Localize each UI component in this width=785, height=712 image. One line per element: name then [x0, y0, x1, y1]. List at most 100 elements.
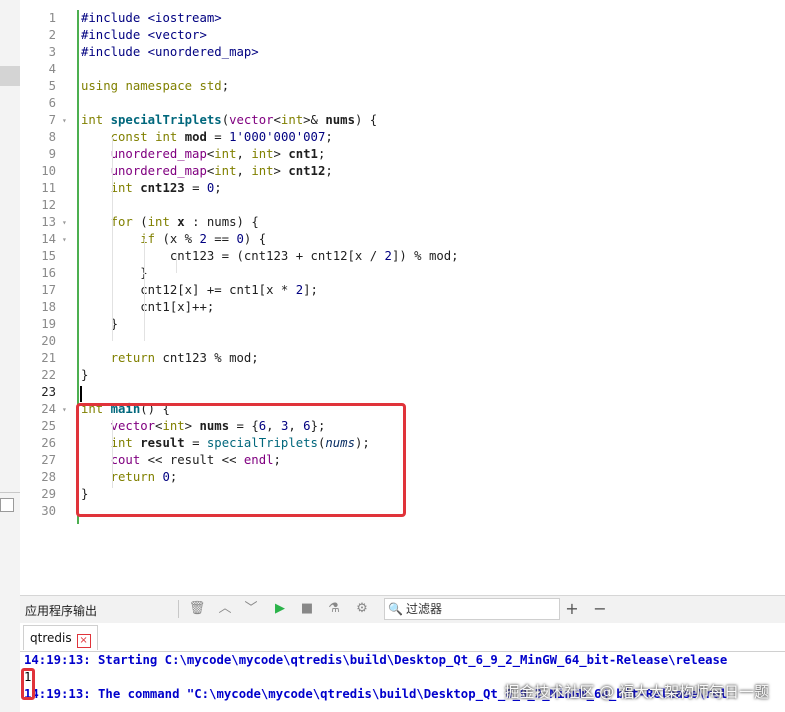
line-number: 26	[41, 436, 56, 450]
line-number: 25	[41, 419, 56, 433]
code-line[interactable]: 9 unordered_map<int, int> cnt1;	[20, 146, 785, 163]
code-line[interactable]: 18 cnt1[x]++;	[20, 299, 785, 316]
line-number: 12	[41, 198, 56, 212]
code-line[interactable]: 14 ▾ if (x % 2 == 0) {	[20, 231, 785, 248]
line-number: 24	[41, 402, 56, 416]
code-text: cnt123 = (cnt123 + cnt12[x / 2]) % mod;	[81, 249, 459, 263]
gear-icon[interactable]: ⚙	[353, 600, 371, 618]
line-number: 29	[41, 487, 56, 501]
close-icon[interactable]: ×	[76, 634, 91, 648]
line-number: 8	[48, 130, 56, 144]
line-number: 20	[41, 334, 56, 348]
line-number: 2	[48, 28, 56, 42]
line-number: 9	[48, 147, 56, 161]
line-number: 6	[48, 96, 56, 110]
line-number: 18	[41, 300, 56, 314]
line-number: 3	[48, 45, 56, 59]
output-line-starting: 14:19:13: Starting C:\mycode\mycode\qtre…	[24, 653, 728, 667]
code-line[interactable]: 23	[20, 384, 785, 401]
line-number: 30	[41, 504, 56, 518]
code-text: #include <iostream>	[81, 11, 222, 25]
code-text: #include <unordered_map>	[81, 45, 259, 59]
collapse-toggle-icon[interactable]	[0, 498, 14, 512]
code-line[interactable]: 15 cnt123 = (cnt123 + cnt12[x / 2]) % mo…	[20, 248, 785, 265]
left-sidebar-strip	[0, 0, 21, 712]
run-icon[interactable]: ▶	[271, 600, 289, 618]
line-number: 4	[48, 62, 56, 76]
line-number: 13	[41, 215, 56, 229]
filter-input[interactable]: 🔍 过滤器	[384, 598, 560, 620]
output-tab-bar: qtredis ×	[20, 623, 785, 652]
search-icon: 🔍	[388, 602, 403, 616]
code-text: const int mod = 1'000'000'007;	[110, 130, 333, 144]
application-output[interactable]: 14:19:13: Starting C:\mycode\mycode\qtre…	[20, 652, 785, 712]
code-line[interactable]: 13 ▾ for (int x : nums) {	[20, 214, 785, 231]
code-text: using namespace std;	[81, 79, 230, 93]
code-line[interactable]: 4	[20, 61, 785, 78]
code-line[interactable]: 21 return cnt123 % mod;	[20, 350, 785, 367]
up-icon[interactable]: ︿	[216, 600, 234, 618]
toolbar-separator	[178, 600, 179, 618]
code-line[interactable]: 2 #include <vector>	[20, 27, 785, 44]
code-text: #include <vector>	[81, 28, 207, 42]
code-line[interactable]: 22}	[20, 367, 785, 384]
indent-guide	[144, 239, 145, 341]
text-cursor	[80, 386, 82, 402]
line-number: 23	[41, 385, 56, 399]
line-number: 5	[48, 79, 56, 93]
fold-arrow-icon[interactable]: ▾	[62, 401, 67, 418]
line-number: 17	[41, 283, 56, 297]
code-text: int cnt123 = 0;	[110, 181, 222, 195]
code-line[interactable]: 1 #include <iostream>	[20, 10, 785, 27]
code-line[interactable]: 6	[20, 95, 785, 112]
fold-arrow-icon[interactable]: ▾	[62, 231, 67, 248]
code-line[interactable]: 12	[20, 197, 785, 214]
left-strip-divider	[0, 492, 20, 493]
code-text: }	[81, 266, 148, 280]
output-panel-toolbar: 应用程序输出 🗑 ︿ ﹀ ▶ ■ ⚗ ⚙ 🔍 过滤器 + −	[20, 595, 785, 624]
clean-icon[interactable]: ⚗	[325, 600, 343, 618]
code-text: cnt12[x] += cnt1[x * 2];	[81, 283, 318, 297]
line-number: 19	[41, 317, 56, 331]
left-strip-selected-row[interactable]	[0, 66, 20, 86]
down-icon[interactable]: ﹀	[242, 600, 260, 618]
line-number: 10	[41, 164, 56, 178]
line-number: 15	[41, 249, 56, 263]
line-number: 27	[41, 453, 56, 467]
code-text: cnt1[x]++;	[81, 300, 215, 314]
line-number: 14	[41, 232, 56, 246]
code-line[interactable]: 17 cnt12[x] += cnt1[x * 2];	[20, 282, 785, 299]
code-line[interactable]: 11 int cnt123 = 0;	[20, 180, 785, 197]
fold-arrow-icon[interactable]: ▾	[62, 214, 67, 231]
watermark: 掘金技术社区 @ 福大大架构师每日一题	[504, 683, 769, 701]
tab-label: qtredis	[30, 631, 72, 645]
stop-icon[interactable]: ■	[298, 600, 316, 618]
code-text: unordered_map<int, int> cnt1;	[110, 147, 326, 161]
line-number: 7	[48, 113, 56, 127]
code-line[interactable]: 16 }	[20, 265, 785, 282]
filter-label: 过滤器	[406, 602, 443, 616]
panel-title: 应用程序输出	[25, 604, 98, 618]
code-line[interactable]: 5 using namespace std;	[20, 78, 785, 95]
line-number: 22	[41, 368, 56, 382]
code-line[interactable]: 19 }	[20, 316, 785, 333]
annotation-highlight-box	[76, 403, 406, 517]
code-line[interactable]: 3 #include <unordered_map>	[20, 44, 785, 61]
tab-qtredis[interactable]: qtredis ×	[23, 625, 98, 650]
code-line[interactable]: 10 unordered_map<int, int> cnt12;	[20, 163, 785, 180]
code-text: if (x % 2 == 0) {	[140, 232, 267, 246]
code-line[interactable]: 7 ▾ int specialTriplets(vector<int>& nums)…	[20, 112, 785, 129]
code-text: }	[81, 368, 89, 382]
minus-icon[interactable]: −	[591, 600, 609, 618]
code-text: for (int x : nums) {	[110, 215, 259, 229]
code-line[interactable]: 8 const int mod = 1'000'000'007;	[20, 129, 785, 146]
plus-icon[interactable]: +	[563, 600, 581, 618]
line-number: 28	[41, 470, 56, 484]
fold-arrow-icon[interactable]: ▾	[62, 112, 67, 129]
trash-icon[interactable]: 🗑	[188, 600, 206, 618]
code-text: int specialTriplets(vector<int>& nums) {	[81, 113, 378, 127]
code-text: return cnt123 % mod;	[110, 351, 259, 365]
code-editor[interactable]: 1 #include <iostream> 2 #include <vector> 3 #…	[20, 0, 785, 595]
indent-guide	[176, 256, 177, 273]
code-line[interactable]: 20	[20, 333, 785, 350]
